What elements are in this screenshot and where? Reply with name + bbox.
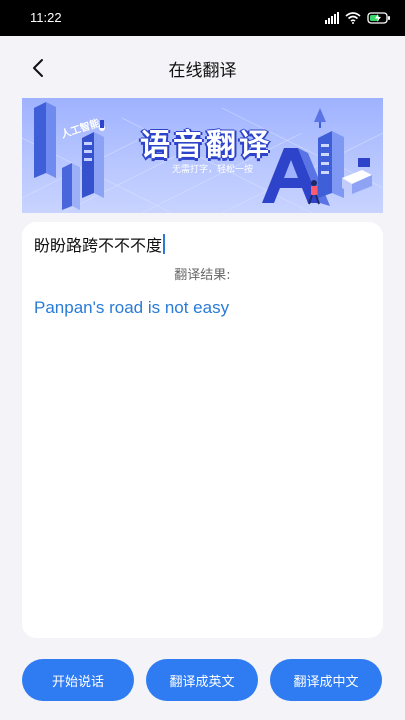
banner-subtitle: 无需打字，轻松一按 xyxy=(172,165,254,175)
status-bar: 11:22 xyxy=(0,0,405,36)
status-time: 11:22 xyxy=(30,10,62,25)
translate-to-chinese-button[interactable]: 翻译成中文 xyxy=(270,659,382,701)
signal-icon xyxy=(325,12,339,24)
source-text-input[interactable]: 盼盼路跨不不不度 xyxy=(34,232,166,256)
text-cursor xyxy=(163,234,166,254)
result-text: Panpan's road is not easy xyxy=(34,298,230,317)
start-speaking-button[interactable]: 开始说话 xyxy=(22,659,134,701)
banner-title: 语音翻译 xyxy=(140,128,272,163)
translation-card: 盼盼路跨不不不度 翻译结果: Panpan's road is not easy xyxy=(22,222,383,638)
wifi-icon xyxy=(345,12,361,24)
battery-icon xyxy=(367,12,391,24)
page-title: 在线翻译 xyxy=(168,61,237,81)
status-icons xyxy=(325,11,391,25)
source-text: 盼盼路跨不不不度 xyxy=(34,236,163,255)
banner-illustration: 人工智能 语音翻译 无需打字，轻松一按 xyxy=(22,98,383,213)
result-label: 翻译结果: xyxy=(174,268,231,283)
title-bar: 在线翻译 xyxy=(0,36,405,98)
translate-to-english-button[interactable]: 翻译成英文 xyxy=(146,659,258,701)
